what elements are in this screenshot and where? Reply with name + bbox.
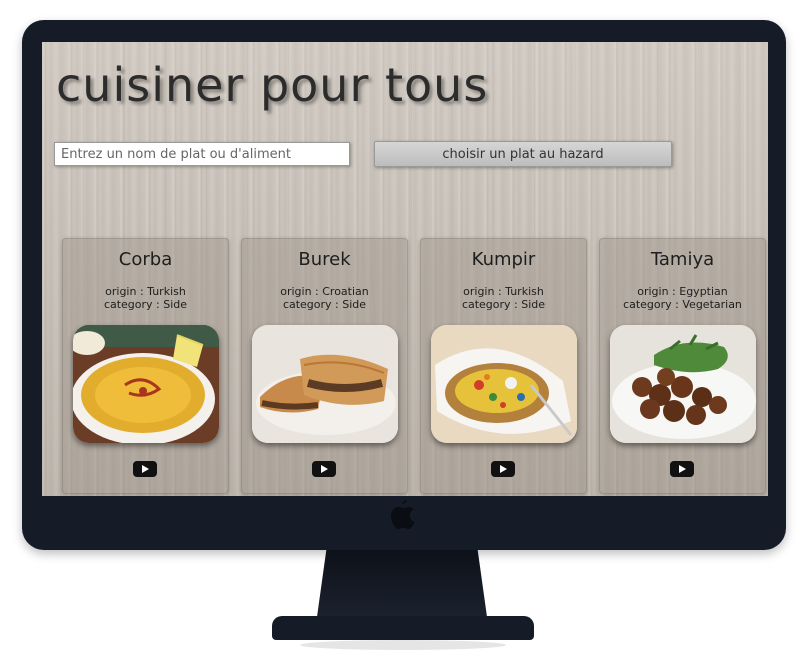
app-screen: cuisiner pour tous choisir un plat au ha… [42,42,768,496]
dish-origin: origin : Egyptian [637,285,728,298]
dish-card[interactable]: Burek origin : Croatian category : Side [241,238,408,494]
dish-meta: origin : Croatian category : Side [242,285,407,311]
dish-category: category : Side [103,298,188,311]
monitor-stand-shadow [300,640,506,650]
dish-category: category : Side [461,298,546,311]
youtube-play-icon[interactable] [312,461,336,477]
dish-card[interactable]: Tamiya origin : Egyptian category : Vege… [599,238,766,494]
dish-name: Burek [298,249,351,270]
dish-origin: origin : Turkish [105,285,186,298]
meat-pastry-photo[interactable] [252,325,398,443]
dish-name: Tamiya [650,249,715,270]
dish-meta: origin : Egyptian category : Vegetarian [600,285,765,311]
dish-card-list: Corba origin : Turkish category : Side B… [42,42,768,496]
monitor-stand-neck [316,550,488,624]
dish-origin: origin : Croatian [280,285,369,298]
dish-meta: origin : Turkish category : Side [421,285,586,311]
youtube-play-icon[interactable] [133,461,157,477]
dish-name: Kumpir [471,249,536,270]
apple-logo-icon [391,500,415,529]
dish-meta: origin : Turkish category : Side [63,285,228,311]
lentil-soup-photo[interactable] [73,325,219,443]
dish-category: category : Side [282,298,367,311]
dish-origin: origin : Turkish [463,285,544,298]
dish-name: Corba [118,249,173,270]
dish-category: category : Vegetarian [623,298,742,311]
monitor-stand-base [272,616,534,640]
youtube-play-icon[interactable] [491,461,515,477]
falafel-photo[interactable] [610,325,756,443]
dish-card[interactable]: Kumpir origin : Turkish category : Side [420,238,587,494]
stuffed-potato-photo[interactable] [431,325,577,443]
youtube-play-icon[interactable] [670,461,694,477]
dish-card[interactable]: Corba origin : Turkish category : Side [62,238,229,494]
